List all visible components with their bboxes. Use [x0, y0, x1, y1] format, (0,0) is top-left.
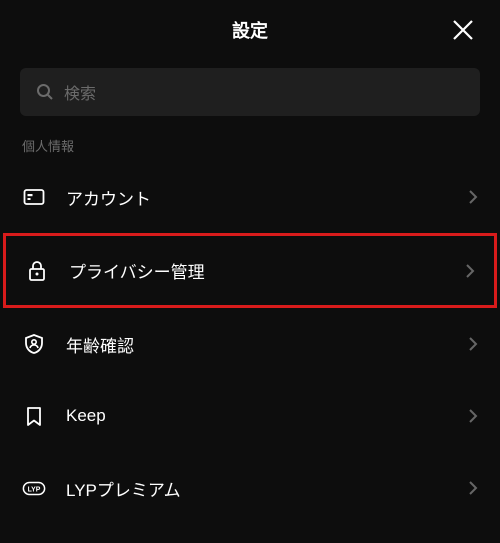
chevron-right-icon: [468, 336, 478, 352]
bookmark-icon: [22, 404, 46, 428]
item-label: LYPプレミアム: [66, 476, 448, 501]
settings-list: アカウント プライバシー管理 年齢確認: [0, 161, 500, 524]
chevron-right-icon: [468, 480, 478, 496]
item-label: プライバシー管理: [69, 258, 445, 283]
item-label: 年齢確認: [66, 332, 448, 357]
page-title: 設定: [232, 17, 268, 43]
svg-text:LYP: LYP: [28, 487, 41, 494]
list-item-account[interactable]: アカウント: [0, 161, 500, 233]
chevron-right-icon: [468, 408, 478, 424]
item-label: アカウント: [66, 185, 448, 210]
search-input[interactable]: 検索: [20, 68, 480, 116]
section-label: 個人情報: [0, 120, 500, 161]
close-icon: [452, 19, 474, 41]
list-item-privacy[interactable]: プライバシー管理: [3, 233, 497, 308]
id-card-icon: [22, 185, 46, 209]
chevron-right-icon: [468, 189, 478, 205]
shield-user-icon: [22, 332, 46, 356]
search-container: 検索: [0, 60, 500, 120]
search-icon: [36, 83, 54, 101]
lock-icon: [25, 259, 49, 283]
item-label: Keep: [66, 406, 448, 426]
list-item-lyp-premium[interactable]: LYP LYPプレミアム: [0, 452, 500, 524]
chevron-right-icon: [465, 263, 475, 279]
close-button[interactable]: [450, 17, 476, 43]
list-item-age[interactable]: 年齢確認: [0, 308, 500, 380]
list-item-keep[interactable]: Keep: [0, 380, 500, 452]
header: 設定: [0, 0, 500, 60]
lyp-icon: LYP: [22, 476, 46, 500]
search-placeholder: 検索: [64, 80, 96, 104]
